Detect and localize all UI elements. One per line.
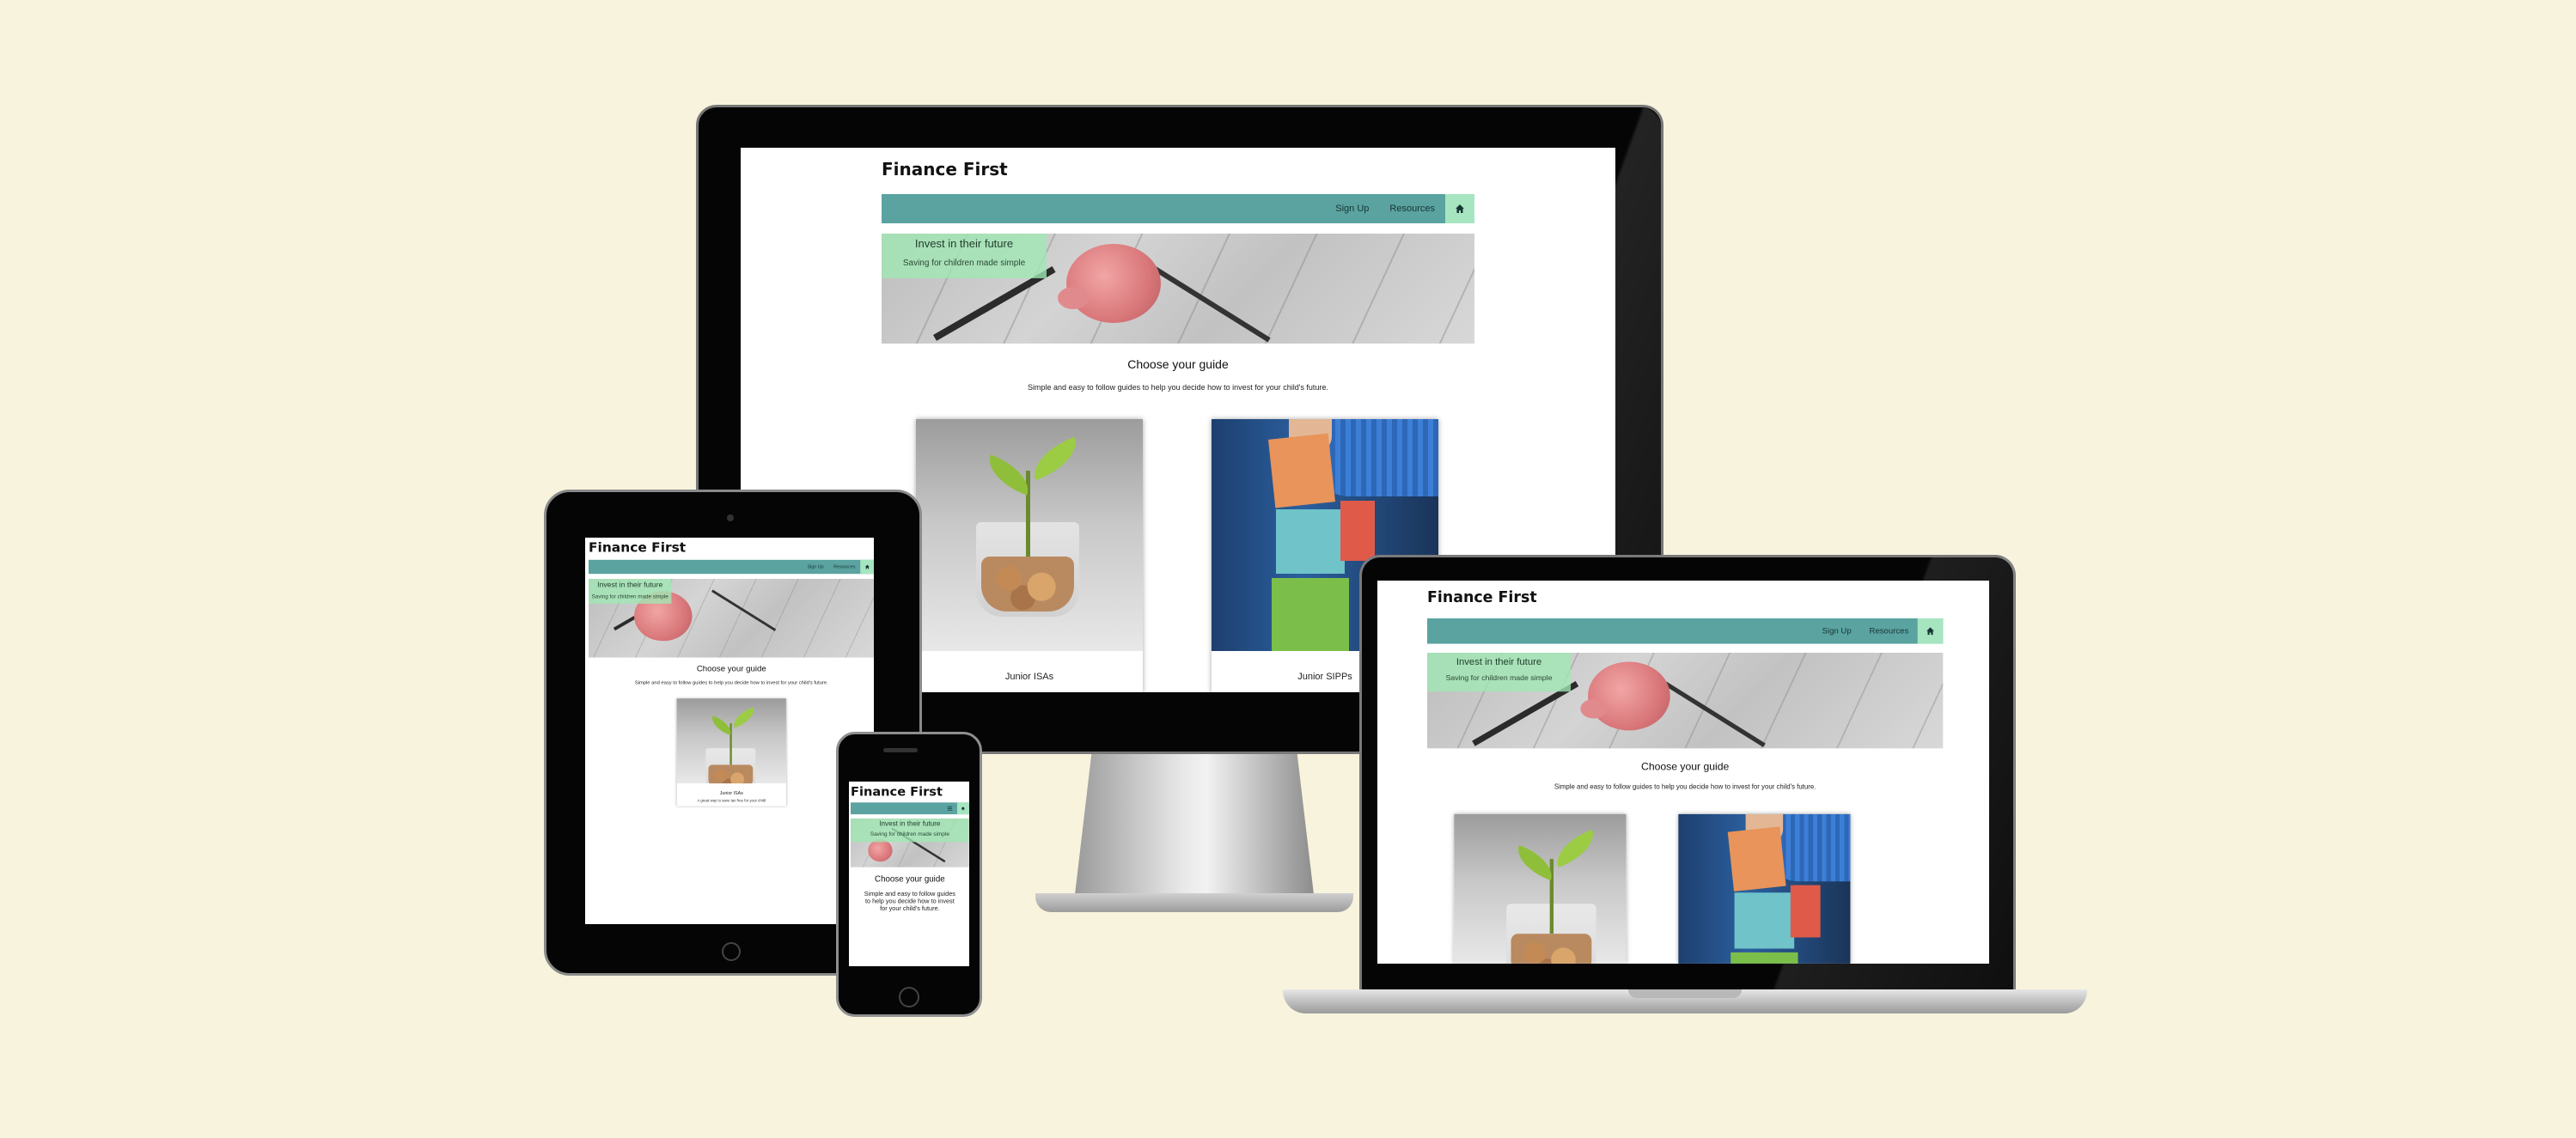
card-junior-sipps[interactable] (1678, 813, 1851, 964)
nav-resources[interactable]: Resources (1870, 627, 1909, 636)
monitor-stand (1074, 739, 1315, 902)
navbar: Sign Up Resources (882, 194, 1474, 223)
section-subtitle: Simple and easy to follow guides to help… (1028, 383, 1328, 392)
home-icon[interactable] (1917, 618, 1944, 644)
hero-banner: Invest in their future Saving for childr… (882, 234, 1474, 344)
laptop-screen: Finance First Sign Up Resources Invest i… (1377, 581, 1989, 964)
tablet-home-button (722, 942, 741, 961)
hero-badge: Invest in their future Saving for childr… (851, 818, 969, 843)
hero-banner: Invest in their future Saving for childr… (589, 578, 874, 658)
card-caption: Junior ISAs (1004, 672, 1054, 682)
hero-heading: Invest in their future (914, 237, 1014, 250)
nav-signup[interactable]: Sign Up (1822, 627, 1852, 636)
navbar: Sign Up Resources (589, 559, 874, 575)
hero-badge: Invest in their future Saving for childr… (589, 578, 672, 604)
nav-signup[interactable]: Sign Up (808, 564, 824, 569)
site-title[interactable]: Finance First (1427, 586, 1943, 618)
home-icon[interactable] (1445, 194, 1474, 223)
navbar (851, 802, 969, 815)
tablet-camera (727, 514, 734, 521)
home-icon[interactable] (860, 559, 874, 575)
hamburger-icon[interactable] (944, 802, 955, 814)
phone-screen: Finance First Invest in their future Sav… (849, 782, 969, 966)
card-junior-isas[interactable]: Junior ISAs A great way to save tax free… (676, 698, 786, 806)
site-title[interactable]: Finance First (589, 538, 874, 560)
nav-resources[interactable]: Resources (1389, 204, 1435, 214)
nav-resources[interactable]: Resources (833, 564, 855, 569)
piggy-bank-image (1066, 244, 1161, 323)
navbar: Sign Up Resources (1427, 618, 1944, 644)
hero-banner: Invest in their future Saving for childr… (1427, 653, 1944, 749)
section-title: Choose your guide (1127, 357, 1229, 371)
card-junior-isas[interactable]: Junior ISAs (916, 419, 1143, 692)
site-title[interactable]: Finance First (882, 156, 1474, 194)
hero-badge: Invest in their future Saving for childr… (1427, 653, 1572, 692)
tablet-screen: Finance First Sign Up Resources Invest i… (585, 538, 874, 924)
card-junior-isas[interactable] (1454, 813, 1627, 964)
site-title[interactable]: Finance First (851, 782, 969, 802)
hero-banner: Invest in their future Saving for childr… (851, 818, 969, 867)
hero-subheading: Saving for children made simple (902, 259, 1026, 268)
home-icon[interactable] (956, 802, 969, 815)
laptop-base (1283, 989, 2087, 1013)
nav-signup[interactable]: Sign Up (1335, 204, 1369, 214)
plant-jar-image (916, 419, 1143, 651)
phone-home-button (899, 987, 919, 1007)
hero-badge: Invest in their future Saving for childr… (882, 234, 1047, 278)
